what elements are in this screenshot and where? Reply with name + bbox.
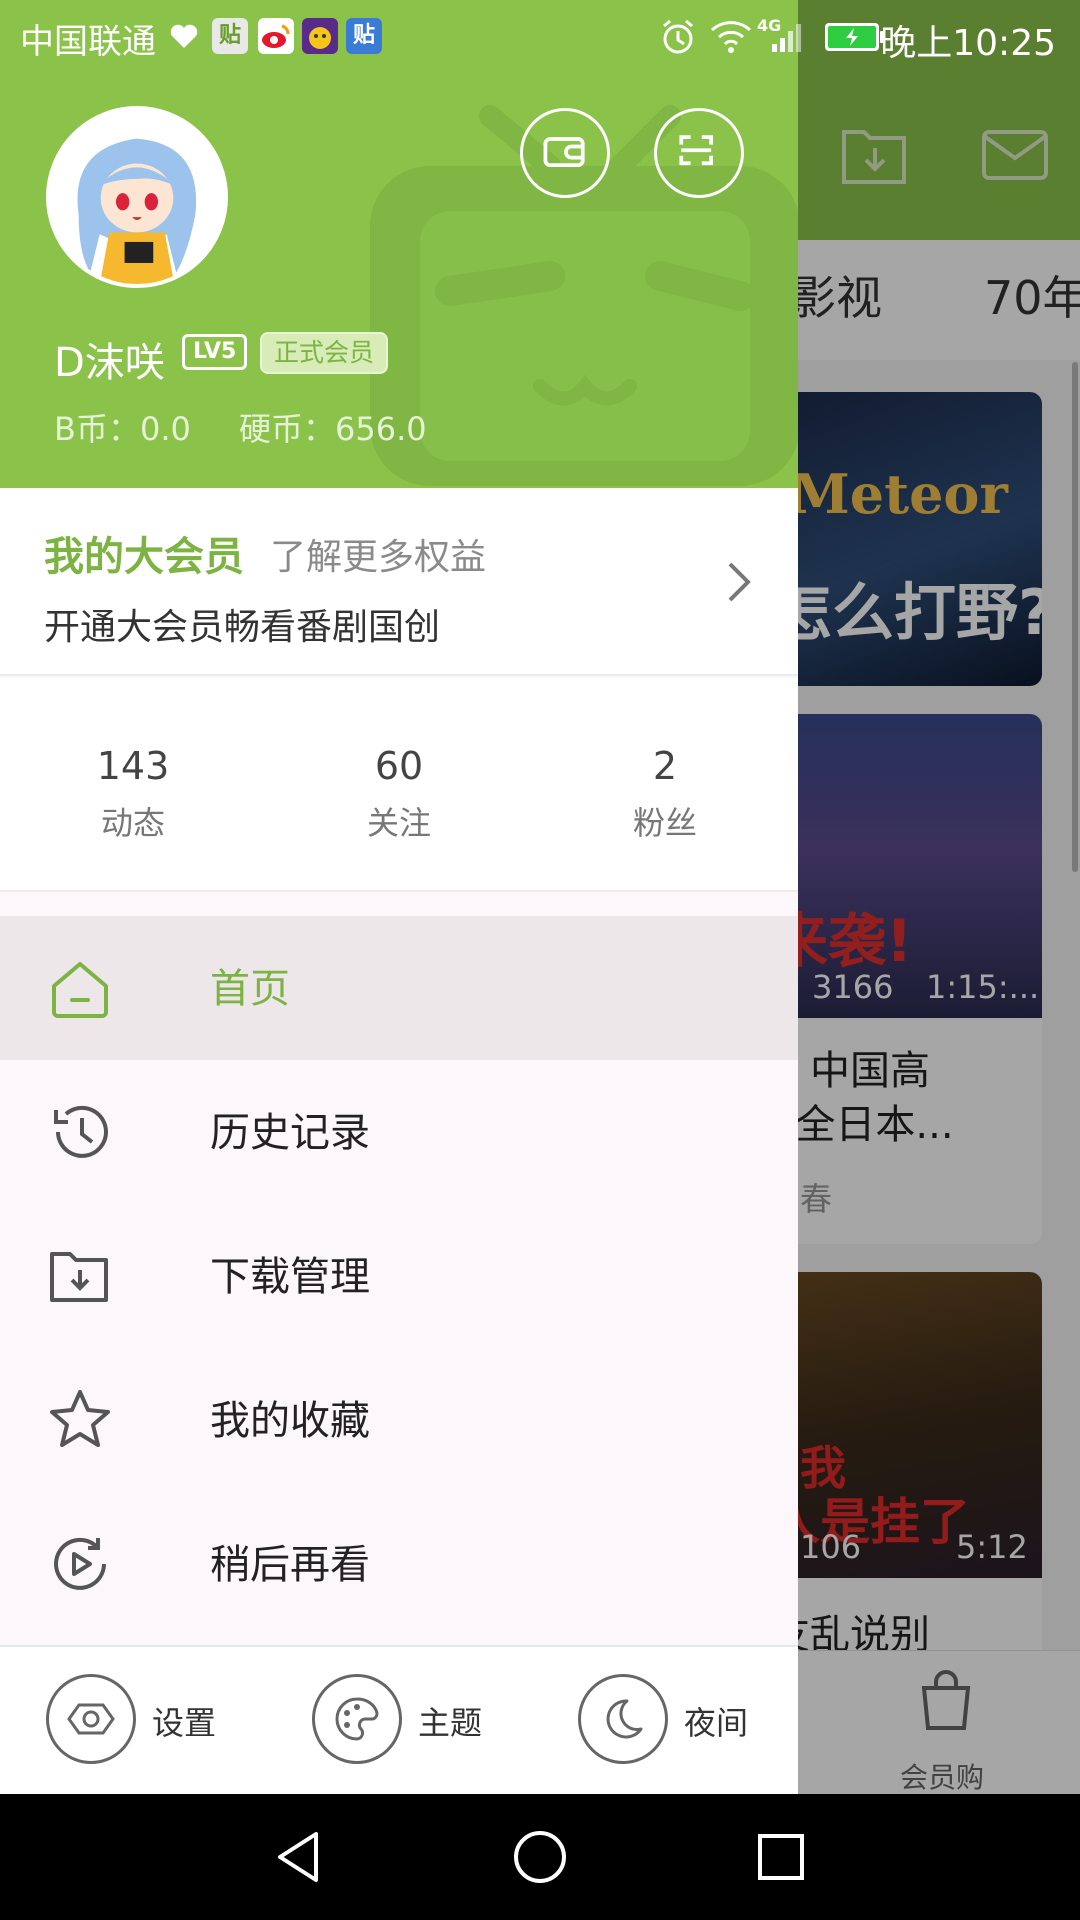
wallet-icon <box>543 137 585 167</box>
history-icon <box>54 1105 108 1158</box>
night-mode-button[interactable]: 夜间 <box>578 1674 778 1766</box>
weibo-icon <box>258 18 294 54</box>
menu-label: 历史记录 <box>210 1110 370 1156</box>
status-bar: 中国联通 贴 贴 4G 晚上10:25 <box>0 0 1080 75</box>
level-badge: LV5 <box>182 334 248 370</box>
menu-label: 我的收藏 <box>210 1398 370 1444</box>
theme-button[interactable]: 主题 <box>312 1674 512 1766</box>
battery-icon <box>825 23 885 51</box>
watch-later-icon <box>54 1537 106 1590</box>
home-icon <box>52 962 108 1018</box>
clock: 晚上10:25 <box>880 23 1056 64</box>
stat-following[interactable]: 60 关注 <box>299 736 499 850</box>
stat-dynamics[interactable]: 143 动态 <box>33 736 233 850</box>
stat-label: 关注 <box>366 804 431 842</box>
settings-icon-circle <box>46 1674 136 1764</box>
menu-label: 下载管理 <box>210 1254 370 1300</box>
username[interactable]: D沫咲 <box>54 330 165 388</box>
coin: 硬币：656.0 <box>239 410 427 448</box>
footer-label: 夜间 <box>684 1704 749 1742</box>
b-coin-value: 0.0 <box>139 410 191 448</box>
menu-item-home[interactable]: 首页 <box>0 916 798 1060</box>
tieba-icon: 贴 <box>212 18 248 54</box>
currency-info: B币：0.0 硬币：656.0 <box>54 404 465 450</box>
navigation-drawer: D沫咲 LV5 正式会员 B币：0.0 硬币：656.0 我的大会员 了解更多权… <box>0 0 798 1794</box>
vip-description: 开通大会员畅看番剧国创 <box>44 607 441 648</box>
coin-label: 硬币： <box>239 410 336 448</box>
back-icon[interactable] <box>266 1824 332 1890</box>
chevron-right-icon <box>728 562 751 602</box>
stat-value: 2 <box>652 744 678 788</box>
avatar[interactable] <box>46 106 228 288</box>
coin-value: 656.0 <box>335 410 427 448</box>
stat-value: 60 <box>374 744 424 788</box>
carrier-name: 中国联通 <box>20 22 156 62</box>
vip-more-link[interactable]: 了解更多权益 <box>270 528 486 580</box>
footer-label: 设置 <box>152 1704 217 1742</box>
b-coin-label: B币： <box>54 410 140 448</box>
stat-label: 动态 <box>100 804 165 842</box>
wallet-button[interactable] <box>520 108 610 198</box>
theme-icon-circle <box>312 1674 402 1764</box>
home-nav-icon[interactable] <box>507 1824 573 1890</box>
membership-badge: 正式会员 <box>260 332 389 374</box>
star-icon <box>50 1390 110 1447</box>
menu-item-downloads[interactable]: 下载管理 <box>0 1204 798 1348</box>
menu-item-history[interactable]: 历史记录 <box>0 1060 798 1204</box>
settings-icon <box>67 1703 115 1735</box>
stat-fans[interactable]: 2 粉丝 <box>565 736 765 850</box>
game-app-icon <box>302 18 338 54</box>
signal-icon <box>772 24 801 52</box>
vip-title: 我的大会员 <box>44 534 244 580</box>
menu-item-watch-later[interactable]: 稍后再看 <box>0 1492 798 1636</box>
scan-button[interactable] <box>654 108 744 198</box>
heart-icon <box>170 24 198 48</box>
menu-label: 首页 <box>210 966 290 1012</box>
stat-value: 143 <box>96 744 170 788</box>
menu-label: 稍后再看 <box>210 1542 370 1588</box>
alarm-icon <box>663 19 693 54</box>
settings-button[interactable]: 设置 <box>46 1674 246 1766</box>
night-icon-circle <box>578 1674 668 1764</box>
system-nav-bar <box>0 1794 1080 1920</box>
palette-icon <box>335 1697 379 1741</box>
footer-label: 主题 <box>418 1704 483 1742</box>
b-coin: B币：0.0 <box>54 410 191 448</box>
wifi-icon <box>710 21 752 53</box>
recents-icon[interactable] <box>748 1824 814 1890</box>
menu-item-favorites[interactable]: 我的收藏 <box>0 1348 798 1492</box>
moon-icon <box>606 1699 643 1739</box>
download-folder-icon <box>50 1252 108 1302</box>
stat-label: 粉丝 <box>632 804 697 842</box>
scan-icon <box>679 135 713 166</box>
tieba-icon: 贴 <box>346 18 382 54</box>
